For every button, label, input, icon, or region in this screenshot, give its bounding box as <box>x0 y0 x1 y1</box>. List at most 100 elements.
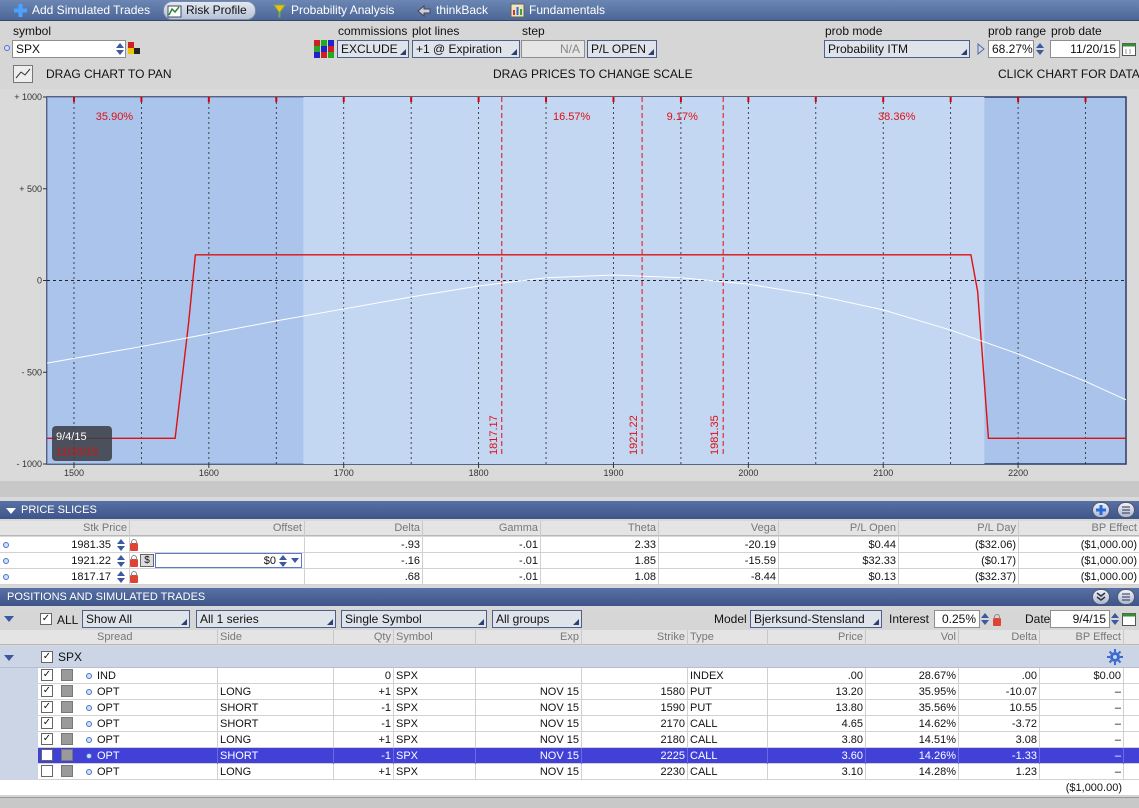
interest-input[interactable]: 0.25% <box>934 610 980 628</box>
risk-profile-tab[interactable]: Risk Profile <box>163 1 256 20</box>
slice-link-dot[interactable] <box>3 574 9 580</box>
series-filter-dropdown[interactable]: All 1 series <box>196 610 336 628</box>
col-qty[interactable]: Qty <box>334 630 394 645</box>
color-grid-icon[interactable] <box>314 40 334 58</box>
price-slice-row[interactable]: 1921.22 $0 -.16 -.01 1.85 -15.59 $32.33 ($0.17)… <box>0 553 1139 569</box>
position-row[interactable]: ✓ OPT LONG +1 SPX NOV 15 2180 CALL 3.80 14.51% 3.0… <box>0 732 1139 748</box>
row-link-dot[interactable] <box>86 721 92 727</box>
date-spinner[interactable] <box>1111 612 1119 626</box>
position-price[interactable]: 3.80 <box>768 732 866 748</box>
position-vol[interactable]: 28.67% <box>866 668 959 684</box>
position-qty[interactable]: -1 <box>334 700 394 716</box>
date-input[interactable]: 9/4/15 <box>1050 610 1110 628</box>
positions-menu-button[interactable] <box>1117 589 1135 605</box>
risk-profile-chart[interactable]: + 1000 + 500 0 - 500 - 1000 1500 1600 1700 1800 1… <box>0 89 1139 499</box>
slice-link-dot[interactable] <box>3 558 9 564</box>
position-row[interactable]: ✓ OPT LONG +1 SPX NOV 15 1580 PUT 13.20 35.95% -10… <box>0 684 1139 700</box>
price-slice-row[interactable]: 1817.17 .68 -.01 1.08 -8.44 $0.13 ($32.37) ($1,… <box>0 569 1139 585</box>
col-pl-day[interactable]: P/L Day <box>899 521 1019 536</box>
slice-offset[interactable] <box>130 537 305 553</box>
position-row[interactable]: ✓ OPT SHORT -1 SPX NOV 15 2170 CALL 4.65 14.62% -3… <box>0 716 1139 732</box>
position-vol[interactable]: 14.26% <box>866 748 959 764</box>
symbol-link-dot[interactable] <box>4 45 10 51</box>
position-qty[interactable]: +1 <box>334 684 394 700</box>
position-qty[interactable]: -1 <box>334 716 394 732</box>
row-checkbox[interactable]: ✓ <box>41 685 53 697</box>
col-spread[interactable]: Spread <box>95 630 218 645</box>
collapse-all-button[interactable] <box>1092 589 1110 605</box>
position-vol[interactable]: 35.95% <box>866 684 959 700</box>
col-bp-effect[interactable]: BP Effect <box>1040 630 1124 645</box>
slice-link-dot[interactable] <box>3 542 9 548</box>
price-slice-label[interactable]: 1817.17 <box>488 415 500 455</box>
row-link-dot[interactable] <box>86 673 92 679</box>
row-checkbox[interactable] <box>41 749 53 761</box>
position-price[interactable]: 13.80 <box>768 700 866 716</box>
prob-range-spinner[interactable] <box>1036 42 1044 56</box>
slice-stk-price[interactable]: 1981.35 <box>14 537 130 553</box>
slice-price-spinner[interactable] <box>117 538 125 552</box>
slice-lock-icon[interactable] <box>130 555 138 567</box>
col-strike[interactable]: Strike <box>582 630 688 645</box>
col-exp[interactable]: Exp <box>476 630 582 645</box>
row-color-swatch[interactable] <box>61 749 73 761</box>
slice-price-spinner[interactable] <box>117 570 125 584</box>
position-price[interactable]: 3.60 <box>768 748 866 764</box>
groups-filter-dropdown[interactable]: All groups <box>492 610 582 628</box>
position-price[interactable]: 13.20 <box>768 684 866 700</box>
position-vol[interactable]: 14.51% <box>866 732 959 748</box>
plot-lines-dropdown[interactable]: +1 @ Expiration <box>412 40 520 58</box>
row-link-dot[interactable] <box>86 689 92 695</box>
position-qty[interactable]: 0 <box>334 668 394 684</box>
col-side[interactable]: Side <box>218 630 334 645</box>
slice-lock-icon[interactable] <box>130 539 138 551</box>
symbol-mode-dropdown[interactable]: Single Symbol <box>341 610 487 628</box>
add-simulated-trades-button[interactable]: Add Simulated Trades <box>10 1 150 20</box>
group-row-spx[interactable]: ✓ SPX <box>0 646 1139 668</box>
row-checkbox[interactable]: ✓ <box>41 701 53 713</box>
collapse-triangle-icon[interactable] <box>6 508 16 514</box>
offset-dropdown-arrow-icon[interactable] <box>291 558 299 563</box>
probability-analysis-tab[interactable]: Probability Analysis <box>269 1 394 20</box>
add-price-slice-button[interactable] <box>1092 502 1110 518</box>
interest-spinner[interactable] <box>981 612 989 626</box>
position-price[interactable]: 3.10 <box>768 764 866 780</box>
positions-header[interactable]: POSITIONS AND SIMULATED TRADES <box>0 588 1139 606</box>
position-qty[interactable]: +1 <box>334 764 394 780</box>
symbol-input[interactable]: SPX <box>12 40 126 58</box>
col-delta[interactable]: Delta <box>959 630 1040 645</box>
col-price[interactable]: Price <box>768 630 866 645</box>
price-slice-label[interactable]: 1981.35 <box>709 415 721 455</box>
position-row[interactable]: OPT SHORT -1 SPX NOV 15 2225 CALL 3.60 14.26% -1.… <box>0 748 1139 764</box>
position-qty[interactable]: -1 <box>334 748 394 764</box>
all-checkbox[interactable]: ✓ <box>40 613 52 625</box>
row-link-dot[interactable] <box>86 705 92 711</box>
offset-spinner[interactable] <box>279 554 287 568</box>
row-checkbox[interactable] <box>41 765 53 777</box>
interest-lock-icon[interactable] <box>993 614 1001 626</box>
row-color-swatch[interactable] <box>61 669 73 681</box>
show-filter-dropdown[interactable]: Show All <box>82 610 190 628</box>
row-link-dot[interactable] <box>86 737 92 743</box>
row-color-swatch[interactable] <box>61 717 73 729</box>
col-bp-effect[interactable]: BP Effect <box>1019 521 1139 536</box>
bottom-scroll-area[interactable] <box>0 797 1139 808</box>
slice-lock-icon[interactable] <box>130 571 138 583</box>
col-offset[interactable]: Offset <box>130 521 305 536</box>
calendar-icon[interactable] <box>1122 41 1136 56</box>
price-slice-label[interactable]: 1921.22 <box>628 415 640 455</box>
slice-stk-price[interactable]: 1921.22 <box>14 553 130 569</box>
color-squares-icon[interactable] <box>128 42 142 56</box>
position-vol[interactable]: 35.56% <box>866 700 959 716</box>
price-slices-menu-button[interactable] <box>1117 502 1135 518</box>
slice-price-spinner[interactable] <box>117 554 125 568</box>
position-row[interactable]: ✓ OPT SHORT -1 SPX NOV 15 1590 PUT 13.80 35.56% 10… <box>0 700 1139 716</box>
price-slices-header[interactable]: PRICE SLICES <box>0 501 1139 519</box>
row-checkbox[interactable]: ✓ <box>41 733 53 745</box>
col-theta[interactable]: Theta <box>541 521 659 536</box>
col-gamma[interactable]: Gamma <box>423 521 541 536</box>
row-link-dot[interactable] <box>86 753 92 759</box>
position-vol[interactable]: 14.28% <box>866 764 959 780</box>
price-slice-row[interactable]: 1981.35 -.93 -.01 2.33 -20.19 $0.44 ($32.06) ($… <box>0 537 1139 553</box>
prob-mode-dropdown[interactable]: Probability ITM <box>824 40 970 58</box>
